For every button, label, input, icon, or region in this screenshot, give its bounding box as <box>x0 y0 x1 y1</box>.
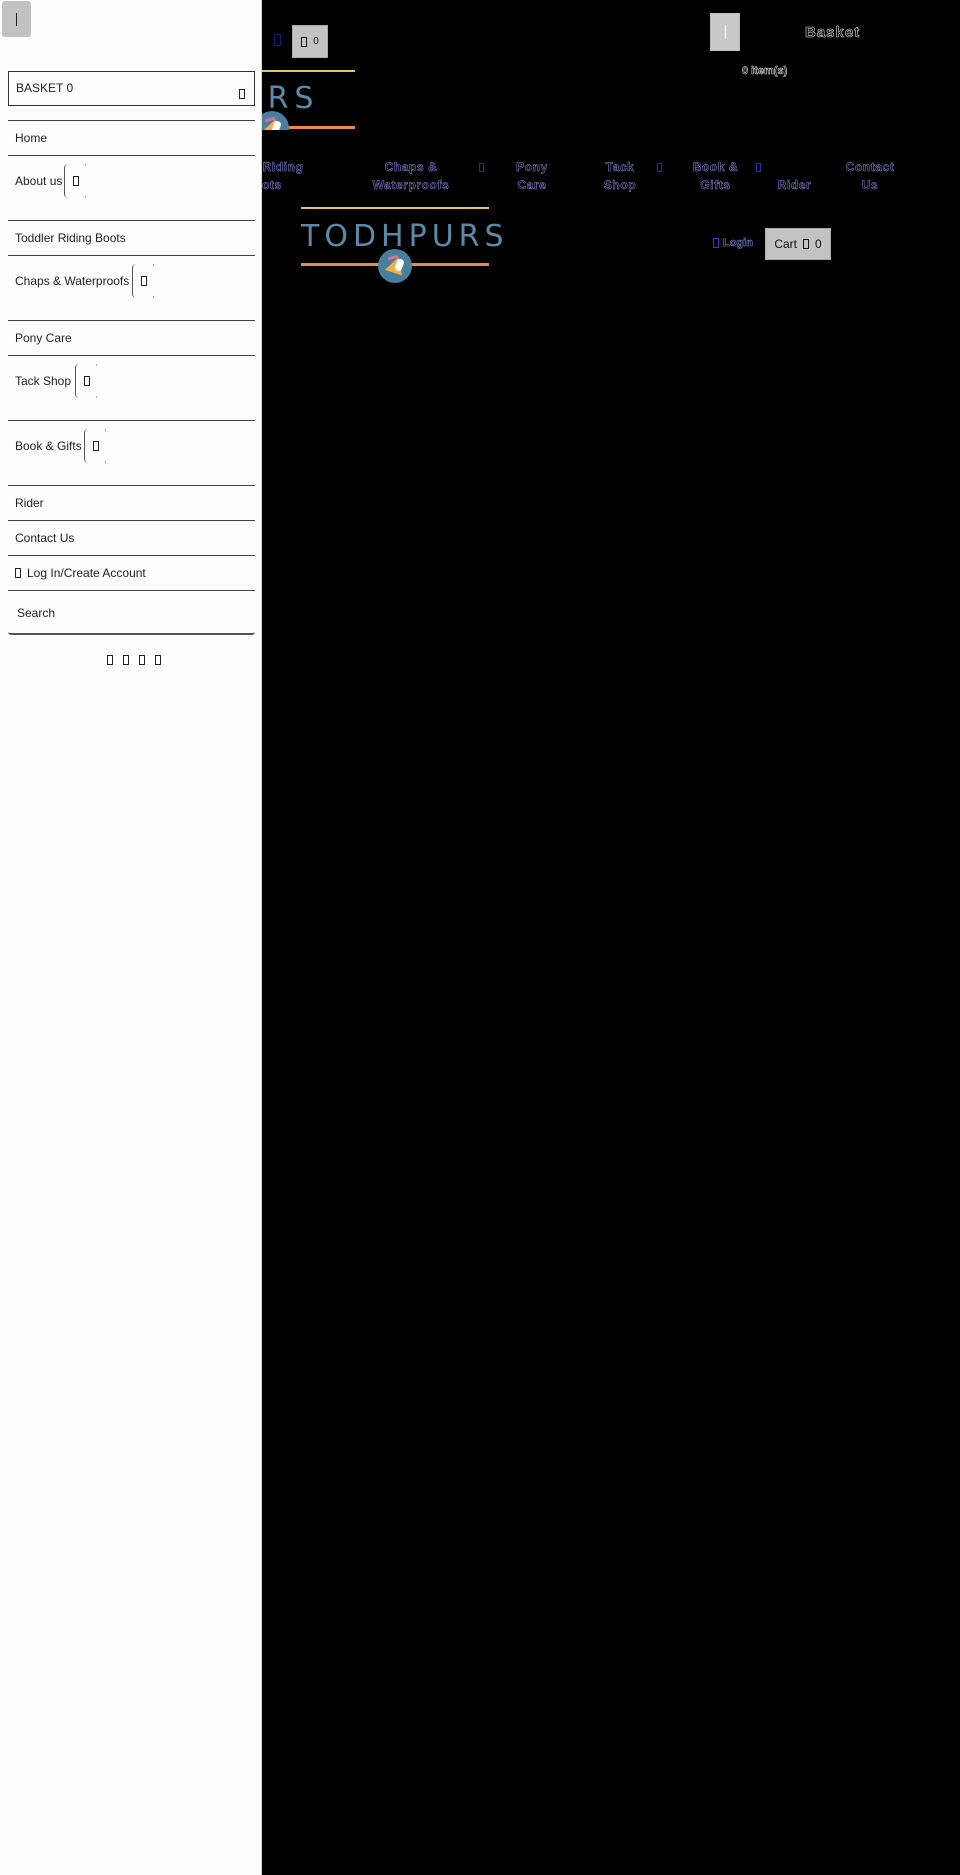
nav-item-contact-us[interactable]: Contact Us <box>840 158 900 194</box>
close-drawer-button[interactable] <box>2 1 31 37</box>
expand-submenu-button[interactable] <box>64 164 88 198</box>
horse-logo-icon <box>378 249 412 283</box>
drawer-basket-label: BASKET 0 <box>16 81 74 95</box>
cart-count: 0 <box>814 237 822 251</box>
drawer-search-label: Search <box>17 606 56 620</box>
drawer-item-label: Home <box>15 131 48 145</box>
drawer-basket-button[interactable]: BASKET 0 <box>8 71 255 106</box>
drawer-item-label: Contact Us <box>15 531 75 545</box>
drawer-item-label: About us <box>15 174 63 188</box>
drawer-item-book-gifts[interactable]: Book & Gifts <box>8 420 255 485</box>
nav-item-label: Waterproofs <box>372 178 450 193</box>
drawer-search[interactable]: Search <box>8 590 255 635</box>
nav-item-label: Shop <box>603 178 637 193</box>
nav-item-label: Us <box>861 178 879 193</box>
user-icon[interactable] <box>274 34 281 46</box>
drawer-item-label: Rider <box>15 496 44 510</box>
basket-heading: Basket <box>805 24 861 42</box>
drawer-account-link[interactable]: Log In/Create Account <box>8 555 255 590</box>
nav-item-rider[interactable]: Rider <box>772 158 817 194</box>
drawer-item-label: Chaps & Waterproofs <box>15 274 130 288</box>
nav-item-label <box>772 158 817 176</box>
social-icon-2[interactable] <box>123 655 129 665</box>
nav-item-label: Riding <box>262 160 304 175</box>
drawer-item-rider[interactable]: Rider <box>8 485 255 520</box>
drawer-item-label: Toddler Riding Boots <box>15 231 126 245</box>
user-icon <box>713 238 719 248</box>
nav-item-label: Tack <box>605 160 635 175</box>
drawer-item-toddler-riding-boots[interactable]: Toddler Riding Boots <box>8 220 255 255</box>
nav-item-label: Chaps & <box>384 160 438 175</box>
chevron-down-icon <box>73 176 79 186</box>
menu-toggle-button[interactable] <box>710 13 740 51</box>
social-icon-4[interactable] <box>155 655 161 665</box>
nav-item-label: Pony <box>516 160 548 175</box>
expand-submenu-button[interactable] <box>84 429 108 463</box>
nav-item-label: ots <box>262 178 282 193</box>
nav-item-label: Rider <box>777 178 812 193</box>
cart-label: Cart <box>774 237 797 251</box>
basket-item-count: 0 item(s) <box>742 65 788 78</box>
nav-item-tack-shop[interactable]: Tack Shop <box>599 158 641 194</box>
login-label: Login <box>723 237 753 250</box>
nav-item-label: Book & <box>692 160 739 175</box>
top-cart-button[interactable]: 0 <box>292 25 328 58</box>
nav-item-label: Care <box>517 178 547 193</box>
cart-icon <box>802 239 809 249</box>
mobile-menu-drawer: BASKET 0 Home About us Toddler Riding Bo… <box>0 0 262 1875</box>
expand-submenu-button[interactable] <box>75 364 99 398</box>
drawer-item-about-us[interactable]: About us <box>8 155 255 220</box>
logo-line-top <box>301 207 489 209</box>
expand-submenu-button[interactable] <box>132 264 156 298</box>
drawer-item-label: Book & Gifts <box>15 439 82 453</box>
social-links <box>0 655 262 665</box>
cart-icon <box>301 36 308 47</box>
nav-item-pony-care[interactable]: Pony Care <box>511 158 553 194</box>
drawer-item-home[interactable]: Home <box>8 120 255 155</box>
basket-icon <box>239 88 245 99</box>
nav-item-chaps-waterproofs[interactable]: Chaps & Waterproofs <box>366 158 456 194</box>
drawer-item-label: Pony Care <box>15 331 72 345</box>
nav-item-riding-boots[interactable]: Riding ots <box>258 158 308 194</box>
nav-item-book-gifts[interactable]: Book & Gifts <box>688 158 743 194</box>
nav-item-label: Gifts <box>700 178 731 193</box>
nav-item-label: Contact <box>845 160 895 175</box>
chevron-down-icon <box>84 376 90 386</box>
chevron-down-icon[interactable] <box>479 163 484 172</box>
drawer-item-pony-care[interactable]: Pony Care <box>8 320 255 355</box>
drawer-menu-list: Home About us Toddler Riding Boots Chaps… <box>8 120 255 635</box>
menu-icon <box>724 25 726 39</box>
social-icon-1[interactable] <box>107 655 113 665</box>
drawer-item-label: Tack Shop <box>15 374 72 388</box>
chevron-down-icon <box>141 276 147 286</box>
drawer-item-tack-shop[interactable]: Tack Shop <box>8 355 255 420</box>
close-icon <box>16 12 17 26</box>
login-link[interactable]: Login <box>713 237 753 249</box>
top-cart-count: 0 <box>313 36 319 47</box>
chevron-down-icon[interactable] <box>657 163 662 172</box>
chevron-down-icon[interactable] <box>756 163 761 172</box>
social-icon-3[interactable] <box>139 655 145 665</box>
drawer-item-chaps-waterproofs[interactable]: Chaps & Waterproofs <box>8 255 255 320</box>
chevron-down-icon <box>93 441 99 451</box>
site-logo[interactable]: TODHPURS <box>301 207 504 283</box>
drawer-item-contact-us[interactable]: Contact Us <box>8 520 255 555</box>
user-icon <box>15 568 21 578</box>
cart-button[interactable]: Cart 0 <box>765 228 831 260</box>
drawer-account-label: Log In/Create Account <box>27 566 146 580</box>
